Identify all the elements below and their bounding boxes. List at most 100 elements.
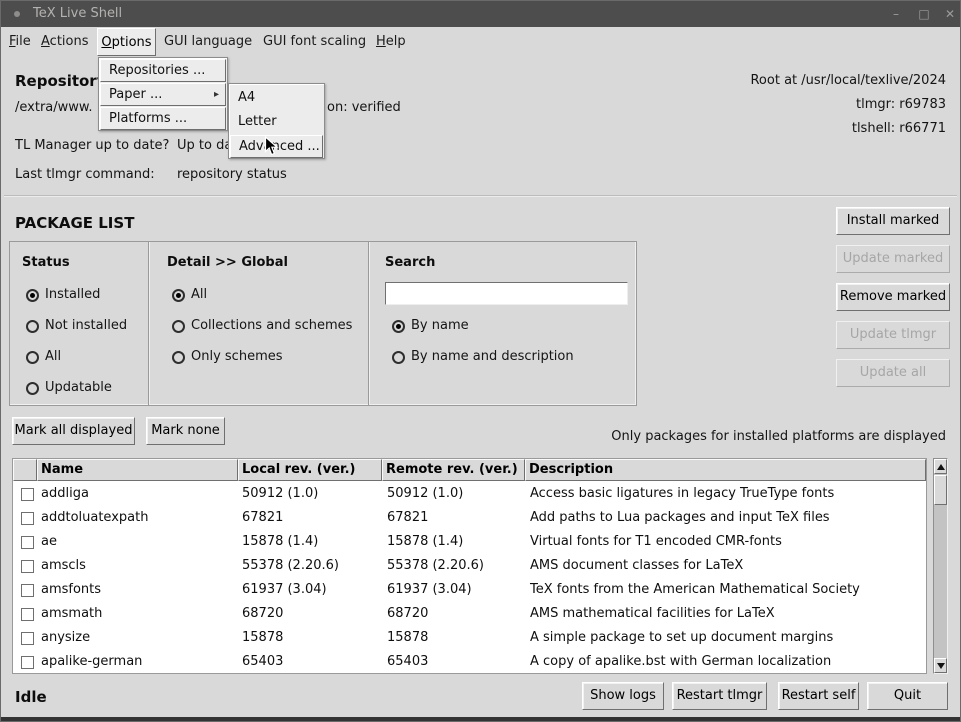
detail-group-title: Detail >> Global bbox=[167, 255, 288, 270]
cell-remote-rev: 55378 (2.20.6) bbox=[387, 554, 484, 578]
radio-only-schemes-label[interactable]: Only schemes bbox=[191, 349, 283, 365]
minimize-icon[interactable]: – bbox=[885, 1, 907, 27]
package-list-heading: PACKAGE LIST bbox=[15, 214, 134, 232]
row-checkbox[interactable] bbox=[21, 536, 34, 549]
menu-options-key: O bbox=[101, 35, 111, 50]
mark-none-button[interactable]: Mark none bbox=[146, 417, 225, 445]
radio-only-schemes[interactable] bbox=[172, 351, 185, 364]
radio-detail-all[interactable] bbox=[172, 289, 185, 302]
radio-by-name[interactable] bbox=[392, 320, 405, 333]
update-tlmgr-button: Update tlmgr bbox=[836, 321, 950, 349]
cell-remote-rev: 15878 bbox=[387, 626, 428, 650]
radio-installed-label[interactable]: Installed bbox=[45, 287, 100, 303]
cell-remote-rev: 67821 bbox=[387, 506, 428, 530]
row-checkbox[interactable] bbox=[21, 584, 34, 597]
menu-actions-key: A bbox=[41, 34, 50, 49]
radio-collections-schemes[interactable] bbox=[172, 320, 185, 333]
column-header-name[interactable]: Name bbox=[37, 459, 238, 481]
menu-item-letter[interactable]: Letter bbox=[230, 111, 323, 134]
app-icon bbox=[14, 11, 20, 17]
radio-by-name-label[interactable]: By name bbox=[411, 318, 469, 334]
radio-collections-schemes-label[interactable]: Collections and schemes bbox=[191, 318, 352, 334]
table-row[interactable]: anysize 15878 15878 A simple package to … bbox=[14, 626, 926, 650]
table-row[interactable]: apalike-german 65403 65403 A copy of apa… bbox=[14, 650, 926, 674]
show-logs-button[interactable]: Show logs bbox=[582, 682, 664, 710]
table-row[interactable]: amscls 55378 (2.20.6) 55378 (2.20.6) AMS… bbox=[14, 554, 926, 578]
cell-remote-rev: 68720 bbox=[387, 602, 428, 626]
repository-heading: Repository bbox=[15, 72, 107, 90]
row-checkbox[interactable] bbox=[21, 512, 34, 525]
menu-item-platforms[interactable]: Platforms ... bbox=[100, 107, 226, 130]
column-header-remote[interactable]: Remote rev. (ver.) bbox=[382, 459, 525, 481]
table-scrollbar[interactable] bbox=[933, 458, 948, 674]
scroll-down-icon[interactable] bbox=[934, 658, 947, 673]
row-checkbox[interactable] bbox=[21, 656, 34, 669]
radio-not-installed-label[interactable]: Not installed bbox=[45, 318, 127, 334]
tlshell-revision: tlshell: r66771 bbox=[852, 121, 946, 137]
restart-self-button[interactable]: Restart self bbox=[778, 682, 859, 710]
repository-path-fragment: /extra/www. bbox=[15, 100, 92, 116]
cell-local-rev: 67821 bbox=[242, 506, 283, 530]
quit-button[interactable]: Quit bbox=[867, 682, 948, 710]
radio-updatable-label[interactable]: Updatable bbox=[45, 380, 112, 396]
uptodate-value: Up to da bbox=[177, 138, 232, 154]
maximize-icon[interactable]: □ bbox=[913, 1, 935, 27]
close-icon[interactable]: ✕ bbox=[939, 1, 961, 27]
menu-file[interactable]: File bbox=[9, 27, 31, 57]
radio-by-name-description-label[interactable]: By name and description bbox=[411, 349, 574, 365]
search-input[interactable] bbox=[385, 282, 628, 305]
radio-detail-all-label[interactable]: All bbox=[191, 287, 207, 303]
column-header-description[interactable]: Description bbox=[525, 459, 926, 481]
table-row[interactable]: addtoluatexpath 67821 67821 Add paths to… bbox=[14, 506, 926, 530]
table-row[interactable]: addliga 50912 (1.0) 50912 (1.0) Access b… bbox=[14, 482, 926, 506]
menu-item-repositories[interactable]: Repositories ... bbox=[100, 59, 226, 82]
cell-description: AMS document classes for LaTeX bbox=[530, 554, 743, 578]
table-row[interactable]: ae 15878 (1.4) 15878 (1.4) Virtual fonts… bbox=[14, 530, 926, 554]
status-group-title: Status bbox=[22, 255, 70, 270]
cell-local-rev: 15878 (1.4) bbox=[242, 530, 318, 554]
radio-not-installed[interactable] bbox=[26, 320, 39, 333]
menu-actions-rest: ctions bbox=[50, 34, 89, 49]
radio-all-status-label[interactable]: All bbox=[45, 349, 61, 365]
radio-installed[interactable] bbox=[26, 289, 39, 302]
menu-gui-font-scaling[interactable]: GUI font scaling bbox=[263, 27, 366, 57]
mark-all-displayed-button[interactable]: Mark all displayed bbox=[12, 417, 135, 445]
cell-description: Access basic ligatures in legacy TrueTyp… bbox=[530, 482, 834, 506]
menu-item-paper[interactable]: Paper ...▸ bbox=[100, 83, 226, 106]
submenu-arrow-icon: ▸ bbox=[214, 84, 219, 106]
row-checkbox[interactable] bbox=[21, 608, 34, 621]
cell-local-rev: 50912 (1.0) bbox=[242, 482, 318, 506]
menu-help[interactable]: Help bbox=[376, 27, 406, 57]
row-checkbox[interactable] bbox=[21, 632, 34, 645]
install-marked-button[interactable]: Install marked bbox=[836, 207, 950, 235]
menu-help-rest: elp bbox=[386, 34, 406, 49]
titlebar: TeX Live Shell – □ ✕ bbox=[1, 1, 960, 27]
update-all-button: Update all bbox=[836, 359, 950, 387]
row-checkbox[interactable] bbox=[21, 488, 34, 501]
column-header-local[interactable]: Local rev. (ver.) bbox=[238, 459, 382, 481]
window-title: TeX Live Shell bbox=[33, 1, 122, 27]
cell-name: apalike-german bbox=[41, 650, 142, 674]
row-checkbox[interactable] bbox=[21, 560, 34, 573]
menu-options[interactable]: Options bbox=[97, 28, 156, 56]
window-frame bbox=[1, 717, 960, 721]
table-row[interactable]: amsmath 68720 68720 AMS mathematical fac… bbox=[14, 602, 926, 626]
scroll-up-icon[interactable] bbox=[934, 459, 947, 474]
menu-item-a4[interactable]: A4 bbox=[230, 87, 323, 110]
cell-name: addliga bbox=[41, 482, 89, 506]
menu-gui-language[interactable]: GUI language bbox=[164, 27, 252, 57]
cell-description: Add paths to Lua packages and input TeX … bbox=[530, 506, 830, 530]
radio-all-status[interactable] bbox=[26, 351, 39, 364]
panel-divider bbox=[148, 242, 149, 405]
remove-marked-button[interactable]: Remove marked bbox=[836, 283, 950, 311]
column-header-checkbox[interactable] bbox=[13, 459, 37, 481]
filter-panel: Status Installed Not installed All Updat… bbox=[9, 241, 637, 406]
restart-tlmgr-button[interactable]: Restart tlmgr bbox=[672, 682, 767, 710]
radio-by-name-description[interactable] bbox=[392, 351, 405, 364]
cell-remote-rev: 50912 (1.0) bbox=[387, 482, 463, 506]
scrollbar-thumb[interactable] bbox=[934, 475, 947, 505]
panel-divider bbox=[368, 242, 369, 405]
menu-actions[interactable]: Actions bbox=[41, 27, 89, 57]
table-row[interactable]: amsfonts 61937 (3.04) 61937 (3.04) TeX f… bbox=[14, 578, 926, 602]
radio-updatable[interactable] bbox=[26, 382, 39, 395]
